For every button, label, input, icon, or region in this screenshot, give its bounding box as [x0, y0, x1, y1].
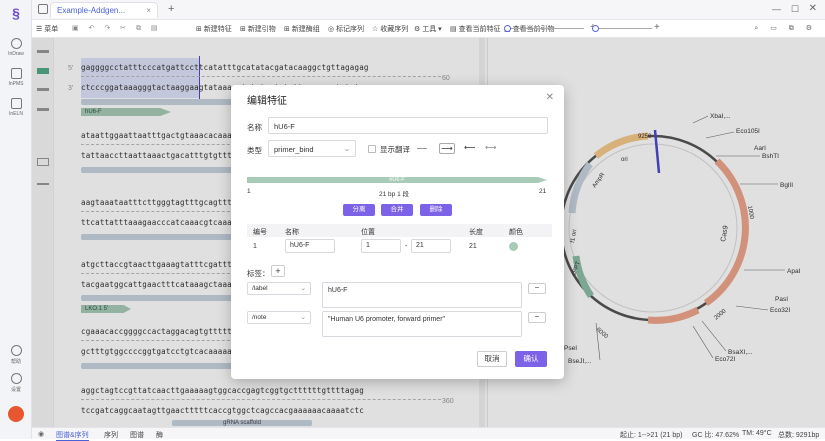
headset-icon: [10, 345, 22, 356]
zoom-slider-sequence[interactable]: [504, 25, 584, 32]
melting-temp: TM: 49°C: [742, 430, 772, 437]
close-tab-icon[interactable]: ×: [146, 6, 151, 15]
forward-arrow-option[interactable]: ⟶: [439, 143, 455, 154]
reverse-arrow-option[interactable]: ⟵: [464, 143, 475, 152]
feature-preview-bar: hU6-F: [247, 177, 547, 183]
menu-button[interactable]: ☰ 菜单: [36, 24, 58, 34]
cancel-button[interactable]: 取消: [477, 351, 507, 367]
right-tools[interactable]: ⌕ ▭ ⧉ ⚙: [754, 24, 817, 33]
view-tab-map-sequence[interactable]: 图谱&序列: [56, 430, 89, 441]
split-button[interactable]: 分离: [343, 204, 375, 216]
bidirectional-arrow-option[interactable]: ⟷: [485, 143, 496, 152]
name-label: 名称: [247, 123, 262, 132]
preview-start: 1: [247, 188, 251, 195]
merge-button[interactable]: 合并: [381, 204, 413, 216]
chevron-down-icon: ⌄: [343, 144, 350, 153]
chevron-down-icon: ⌄: [300, 285, 306, 292]
show-translation-label: 显示翻译: [380, 145, 410, 154]
maximize-icon[interactable]: ☐: [791, 4, 799, 15]
notebook-icon: [10, 98, 22, 109]
qualifier-key-select[interactable]: /label ⌄: [247, 282, 311, 295]
left-sidebar: § InDraw InPMS InELN 帮助 设置: [0, 0, 32, 439]
segment-color-swatch[interactable]: [509, 242, 518, 251]
mark-sequence-button[interactable]: ◎ 标记序列: [328, 24, 364, 34]
dialog-title: 编辑特征: [247, 96, 287, 107]
new-enzyme-group-button[interactable]: ⊞ 新建酶组: [284, 24, 320, 34]
segment-end-input[interactable]: 21: [411, 239, 451, 253]
show-translation-checkbox[interactable]: [368, 145, 376, 153]
no-arrow-option[interactable]: [417, 148, 427, 149]
name-input[interactable]: hU6-F: [268, 117, 548, 134]
zoom-in-map-icon[interactable]: +: [654, 22, 660, 33]
tab-document[interactable]: Example-Addgen... ×: [50, 2, 158, 18]
delete-button[interactable]: 删除: [420, 204, 452, 216]
close-icon[interactable]: ✕: [546, 92, 554, 103]
add-tag-button[interactable]: +: [271, 265, 285, 277]
remove-qualifier-button[interactable]: −: [528, 283, 546, 294]
segment-row: 1 hU6-F 1 - 21 21: [247, 237, 552, 257]
slider-handle[interactable]: [504, 25, 511, 32]
confirm-button[interactable]: 确认: [515, 351, 547, 367]
home-icon[interactable]: [38, 4, 48, 14]
qualifier-key-select[interactable]: /note ⌄: [247, 311, 311, 324]
gear-icon: [10, 373, 22, 384]
preview-end: 21: [539, 188, 547, 195]
sidebar-item-help[interactable]: 帮助: [0, 345, 32, 365]
status-bar: ◉ 图谱&序列 序列 图谱 酶 起止: 1-->21 (21 bp) GC 比:…: [32, 427, 825, 441]
slider-handle[interactable]: [592, 25, 599, 32]
segment-start-input[interactable]: 1: [361, 239, 401, 253]
add-tab-icon[interactable]: +: [168, 3, 174, 15]
edit-tools[interactable]: ▣ ↶ ↷ ✂ ⧉ ▤: [72, 24, 162, 33]
qualifier-value-input[interactable]: hU6-F: [322, 282, 522, 308]
new-feature-button[interactable]: ⊞ 新建特征: [196, 24, 232, 34]
sidebar-item-settings[interactable]: 设置: [0, 373, 32, 393]
eye-icon[interactable]: ◉: [38, 430, 44, 438]
sidebar-item-indraw[interactable]: InDraw: [0, 38, 32, 57]
new-primer-button[interactable]: ⊞ 新建引物: [240, 24, 276, 34]
chevron-down-icon: ⌄: [300, 314, 306, 321]
type-select[interactable]: primer_bind ⌄: [268, 140, 356, 157]
user-avatar[interactable]: [8, 406, 24, 422]
minimize-icon[interactable]: —: [772, 4, 781, 14]
sidebar-item-ineln[interactable]: InELN: [0, 98, 32, 117]
favorite-sequence-button[interactable]: ☆ 收藏序列: [372, 24, 408, 34]
tools-menu[interactable]: ⚙ 工具 ▾: [414, 24, 442, 34]
sidebar-item-inpms[interactable]: InPMS: [0, 68, 32, 87]
close-window-icon[interactable]: ✕: [809, 3, 817, 14]
type-label: 类型: [247, 146, 262, 155]
preview-info: 21 bp 1 段: [379, 191, 409, 198]
app-logo: §: [0, 6, 32, 20]
edit-feature-dialog: 编辑特征 ✕ 名称 hU6-F 类型 primer_bind ⌄ 显示翻译 ⟶ …: [231, 85, 564, 379]
view-current-feature-button[interactable]: ▤ 查看当前特征: [450, 24, 501, 34]
view-current-primer-button[interactable]: ▤ 查看当前引物: [504, 24, 555, 34]
hexagon-icon: [10, 38, 22, 49]
logo-icon: §: [12, 5, 20, 21]
qualifier-value-input[interactable]: "Human U6 promoter, forward primer": [322, 311, 522, 337]
remove-qualifier-button[interactable]: −: [528, 312, 546, 323]
zoom-slider-map[interactable]: [592, 25, 652, 32]
segment-name-input[interactable]: hU6-F: [285, 239, 335, 253]
tags-label: 标签：: [247, 269, 270, 278]
cart-icon: [10, 68, 22, 79]
tab-bar: Example-Addgen... × + — ☐ ✕: [32, 0, 825, 20]
segment-table-header: 编号 名称 位置 长度 颜色: [247, 224, 552, 237]
toolbar: ☰ 菜单 ▣ ↶ ↷ ✂ ⧉ ▤ ⊞ 新建特征 ⊞ 新建引物 ⊞ 新建酶组 ◎ …: [32, 20, 825, 38]
